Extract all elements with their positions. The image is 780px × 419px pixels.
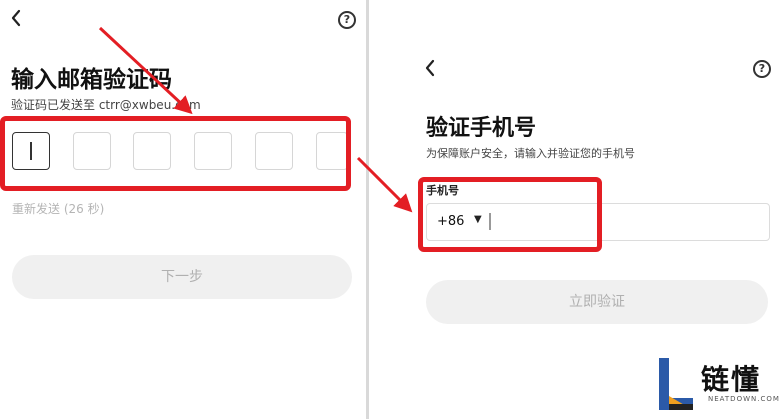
neatdown-logo-icon	[659, 358, 693, 410]
arrow-to-code-boxes	[98, 26, 193, 115]
watermark-title: 链懂	[701, 363, 762, 396]
arrow-to-phone-field	[356, 156, 413, 213]
watermark-subtitle: NEATDOWN.COM	[708, 395, 780, 403]
